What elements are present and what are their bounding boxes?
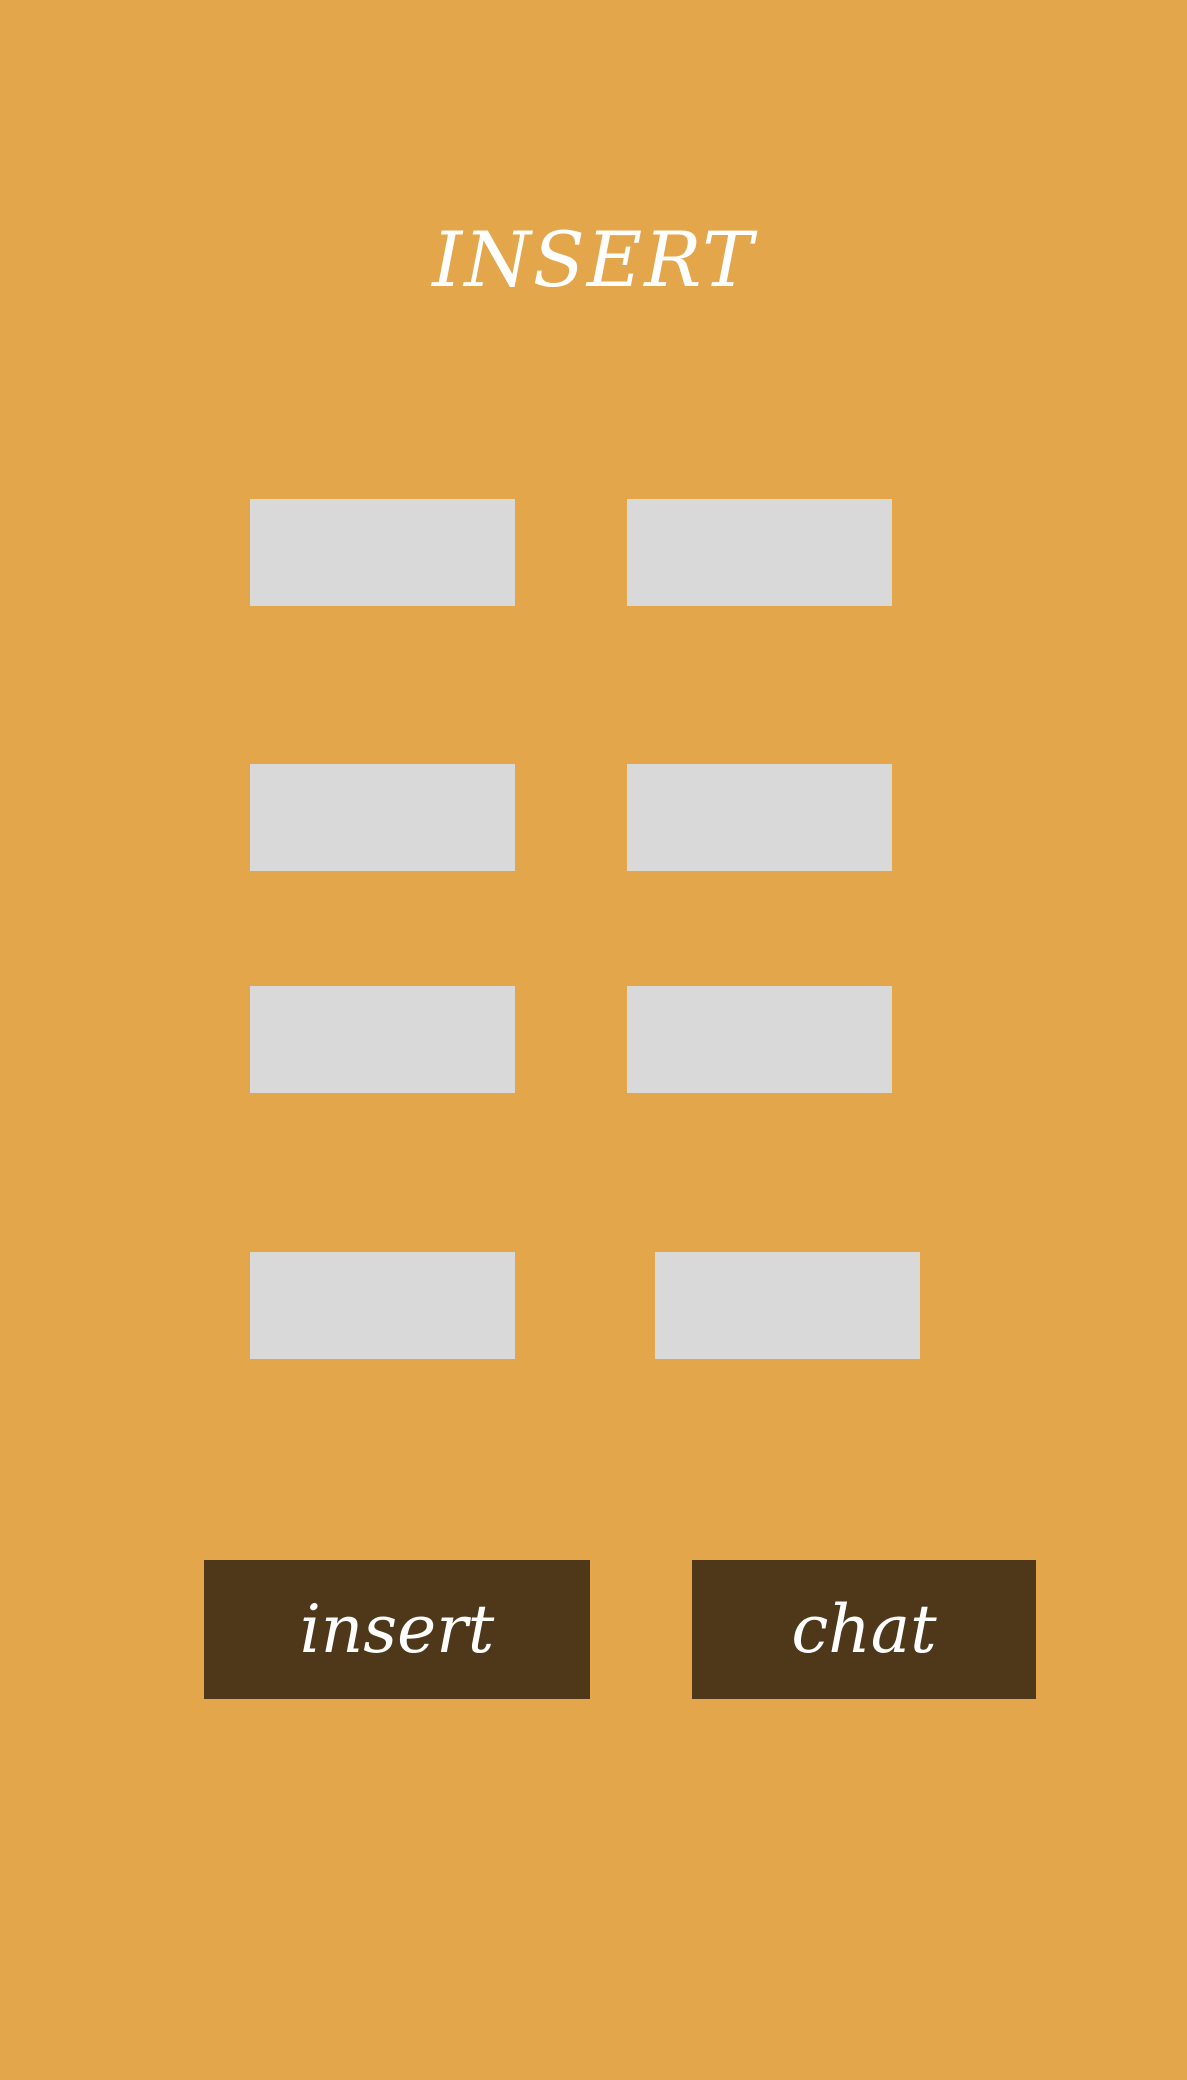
input-field-3[interactable] (250, 764, 515, 871)
input-field-7[interactable] (250, 1252, 515, 1359)
input-field-1[interactable] (250, 499, 515, 606)
input-field-4[interactable] (627, 764, 892, 871)
insert-button[interactable]: insert (204, 1560, 590, 1699)
input-field-6[interactable] (627, 986, 892, 1093)
input-field-8[interactable] (655, 1252, 920, 1359)
input-field-2[interactable] (627, 499, 892, 606)
input-field-5[interactable] (250, 986, 515, 1093)
chat-button[interactable]: chat (692, 1560, 1036, 1699)
page-title: INSERT (432, 215, 755, 304)
